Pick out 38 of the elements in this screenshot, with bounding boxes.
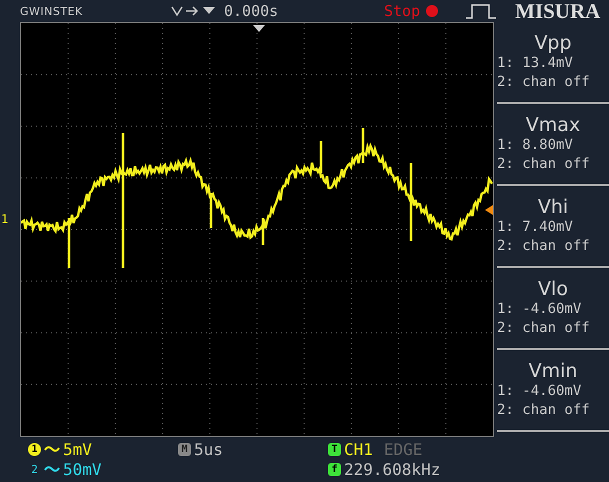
measurement-value: 1: 13.4mV — [497, 54, 574, 73]
trigger-source: CH1 — [344, 440, 373, 458]
frequency: 229.608kHz — [344, 460, 440, 478]
measurement-value: 1: 7.40mV — [497, 218, 574, 237]
trigger-position: 0.000s — [224, 2, 280, 20]
timebase-badge: M — [178, 442, 191, 456]
trigger-icon — [170, 4, 218, 18]
frequency-badge: f — [328, 462, 341, 476]
channel-scale: 5mV — [63, 440, 92, 458]
ac-coupling-icon — [44, 444, 60, 454]
measurement-name: Vhi — [536, 196, 570, 218]
trigger-type: EDGE — [384, 440, 422, 458]
trigger-badge: T — [328, 442, 341, 456]
pulse-icon — [465, 2, 498, 20]
measurement-name: Vpp — [533, 32, 573, 54]
measurement-value: 2: chan off — [497, 319, 591, 338]
measurement-value: 2: chan off — [497, 401, 591, 420]
channel-number: 2 — [30, 462, 39, 476]
run-state: Stop — [384, 2, 420, 20]
measurement-value: 1: 8.80mV — [497, 136, 574, 155]
measurement-value: 2: chan off — [497, 155, 591, 174]
channel-marker: 1 — [1, 212, 8, 226]
measurement-value: 1: -4.60mV — [497, 382, 582, 401]
measurement-value: 1: -4.60mV — [497, 300, 582, 319]
trigger-position-icon — [253, 25, 265, 32]
channel-badge: 1 — [28, 442, 41, 456]
brand-logo: GWINSTEK — [20, 4, 84, 18]
channel-scale: 50mV — [63, 460, 102, 478]
measurement-name: Vlo — [537, 278, 569, 300]
measurement-value: 2: chan off — [497, 237, 591, 256]
timebase: 5us — [194, 440, 223, 458]
screen-title: MISURA — [515, 0, 600, 24]
measurement-name: Vmax — [524, 114, 582, 136]
stop-icon — [425, 4, 440, 18]
trigger-level-icon — [485, 205, 493, 215]
measurement-name: Vmin — [528, 360, 578, 382]
ac-coupling-icon — [44, 464, 60, 474]
measurement-value: 2: chan off — [497, 73, 591, 92]
